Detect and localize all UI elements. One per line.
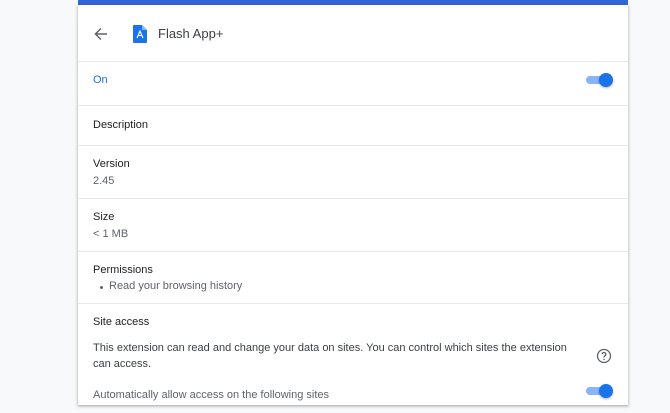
details-header: Flash App+ — [78, 5, 628, 61]
toggle-knob — [599, 384, 613, 398]
size-value: < 1 MB — [93, 228, 129, 240]
site-access-label: Site access — [93, 316, 150, 328]
permission-item: Read your browsing history — [109, 280, 243, 292]
auto-allow-label: Automatically allow access on the follow… — [93, 389, 330, 401]
help-circle-icon[interactable] — [596, 348, 612, 364]
version-value: 2.45 — [93, 175, 115, 187]
enabled-status-label: On — [93, 74, 108, 86]
extension-details-card: Flash App+ On Description Version 2.45 S… — [78, 5, 628, 405]
permissions-label: Permissions — [93, 264, 153, 276]
version-row: Version 2.45 — [78, 145, 628, 198]
version-label: Version — [93, 158, 130, 170]
size-label: Size — [93, 211, 115, 223]
description-row: Description — [78, 105, 628, 145]
arrow-back-icon[interactable] — [93, 26, 109, 42]
bullet-icon — [100, 286, 103, 289]
enabled-toggle[interactable] — [586, 73, 613, 87]
size-row: Size < 1 MB — [78, 198, 628, 251]
site-access-description: This extension can read and change your … — [93, 342, 567, 370]
description-label: Description — [93, 119, 149, 131]
app-document-icon — [133, 25, 147, 43]
toggle-knob — [599, 73, 613, 87]
auto-allow-toggle[interactable] — [586, 384, 613, 398]
page-title: Flash App+ — [158, 26, 224, 41]
enabled-row — [78, 61, 628, 105]
permissions-row: Permissions Read your browsing history — [78, 251, 628, 303]
